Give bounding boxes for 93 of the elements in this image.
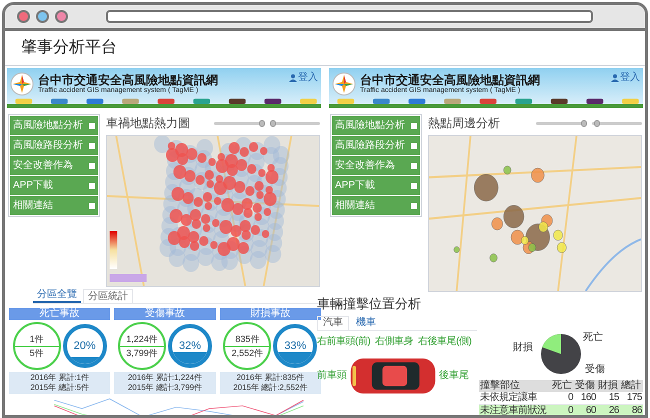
card-title: 死亡事故 [9,308,110,320]
menu-item[interactable]: 高風險路段分析 [10,136,98,155]
logo-icon [332,72,356,96]
slider[interactable] [214,122,264,124]
table-cell-text: 0 [566,404,574,415]
slider-thumb[interactable] [270,120,276,126]
water-fill [172,352,208,364]
list-icon [89,202,95,208]
table-cell-text: 26 [608,404,620,415]
percent-label: 33% [284,338,306,354]
table-cell-text: 未依規定讓車 [479,392,538,404]
list-icon [89,122,95,128]
login-link[interactable]: 登入 [289,70,318,85]
impact-label: 右前車頭(前) [317,334,370,348]
pie-label: 死亡 [583,330,603,344]
percent-label: 20% [74,338,96,354]
card-title: 財損事故 [220,308,321,320]
slider-thumb[interactable] [258,120,264,126]
card-title: 受傷事故 [114,308,216,320]
pie-label: 受傷 [585,362,605,376]
slider[interactable] [592,122,642,124]
current-count: 1件 [30,334,44,344]
menu-item[interactable]: 高風險路段分析 [332,136,420,155]
tab[interactable]: 汽車 [317,316,349,330]
summary-text: 2016年 累計:1,224件 [128,373,202,383]
summary-text: 2015年 總計:2,552件 [233,383,308,393]
table-cell-text: 175 [626,392,643,404]
tab[interactable]: 分區全覽 [33,289,81,303]
summary-text: 2015年 總計:5件 [30,383,90,393]
list-icon [89,162,95,168]
list-icon [411,182,417,188]
previous-count: 2,552件 [232,348,264,358]
section-heading: 熱點周邊分析 [428,115,500,132]
menu-item[interactable]: 相關連結 [10,196,98,215]
address-bar[interactable] [106,10,593,23]
window-control-icon[interactable] [55,10,68,23]
slider-thumb[interactable] [580,120,586,126]
window-control-icon[interactable] [36,10,49,23]
login-link[interactable]: 登入 [611,70,640,85]
window-control-icon[interactable] [17,10,30,23]
person-icon [611,74,619,82]
previous-count: 3,799件 [126,348,158,358]
section-heading: 車禍地點熱力圖 [106,115,190,132]
impact-label: 前車頭 [317,368,347,383]
menu-item[interactable]: APP下載 [10,176,98,195]
column-header: 撞擊部位 [479,380,521,392]
previous-count: 5件 [30,348,44,358]
table-cell-text: 60 [584,404,597,415]
summary-text: 2015年 總計:3,799件 [128,383,202,393]
summary-text: 2016年 累計:835件 [236,373,304,383]
summary-text: 2016年 累計:1件 [30,373,90,383]
impact-label: 右側車身 [375,334,414,348]
impact-label: 右後車尾(側) [418,334,472,348]
menu-item[interactable]: 安全改善作為 [10,156,98,175]
current-count: 835件 [235,334,260,344]
list-icon [411,122,417,128]
column-header: 死亡 [551,380,573,392]
table-cell-text: 0 [566,392,574,404]
page-title: 肇事分析平台 [21,39,117,56]
percent-label: 32% [178,338,201,354]
list-icon [89,142,95,148]
menu-item[interactable]: 高風險地點分析 [10,116,98,135]
table-row[interactable]: 未注意車前狀況 0 60 26 86 [479,404,643,415]
table-cell-text: 86 [630,404,643,415]
logo-icon [10,72,34,96]
list-icon [411,142,417,148]
menu-item[interactable]: APP下載 [332,176,420,195]
menu-item[interactable]: 高風險地點分析 [332,116,420,135]
site-title: 台中市交通安全高風險地點資訊網 [38,74,218,86]
pie-label: 財損 [513,340,533,354]
person-icon [289,74,297,82]
pie-chart-drawing [541,334,581,374]
table-cell-text: 未注意車前狀況 [479,404,548,415]
column-header: 財損 [597,380,619,392]
menu-item[interactable]: 相關連結 [332,196,420,215]
table-row[interactable]: 未依規定讓車 0 160 15 175 [479,392,643,404]
column-header: 受傷 [574,380,596,392]
table-cell-text: 15 [608,392,620,404]
slider-thumb[interactable] [594,120,600,126]
menu-item[interactable]: 安全改善作為 [332,156,420,175]
list-icon [411,162,417,168]
tab[interactable]: 機車 [351,316,381,330]
tab[interactable]: 分區統計 [83,289,133,303]
site-title: 台中市交通安全高風險地點資訊網 [360,74,540,86]
column-header: 總計 [620,380,642,392]
slider[interactable] [536,122,586,124]
impact-label: 後車尾 [439,368,469,383]
water-fill [277,352,314,364]
table-cell-text: 160 [580,392,597,404]
list-icon [411,202,417,208]
current-count: 1,224件 [126,334,158,344]
slider[interactable] [270,122,320,124]
list-icon [89,182,95,188]
